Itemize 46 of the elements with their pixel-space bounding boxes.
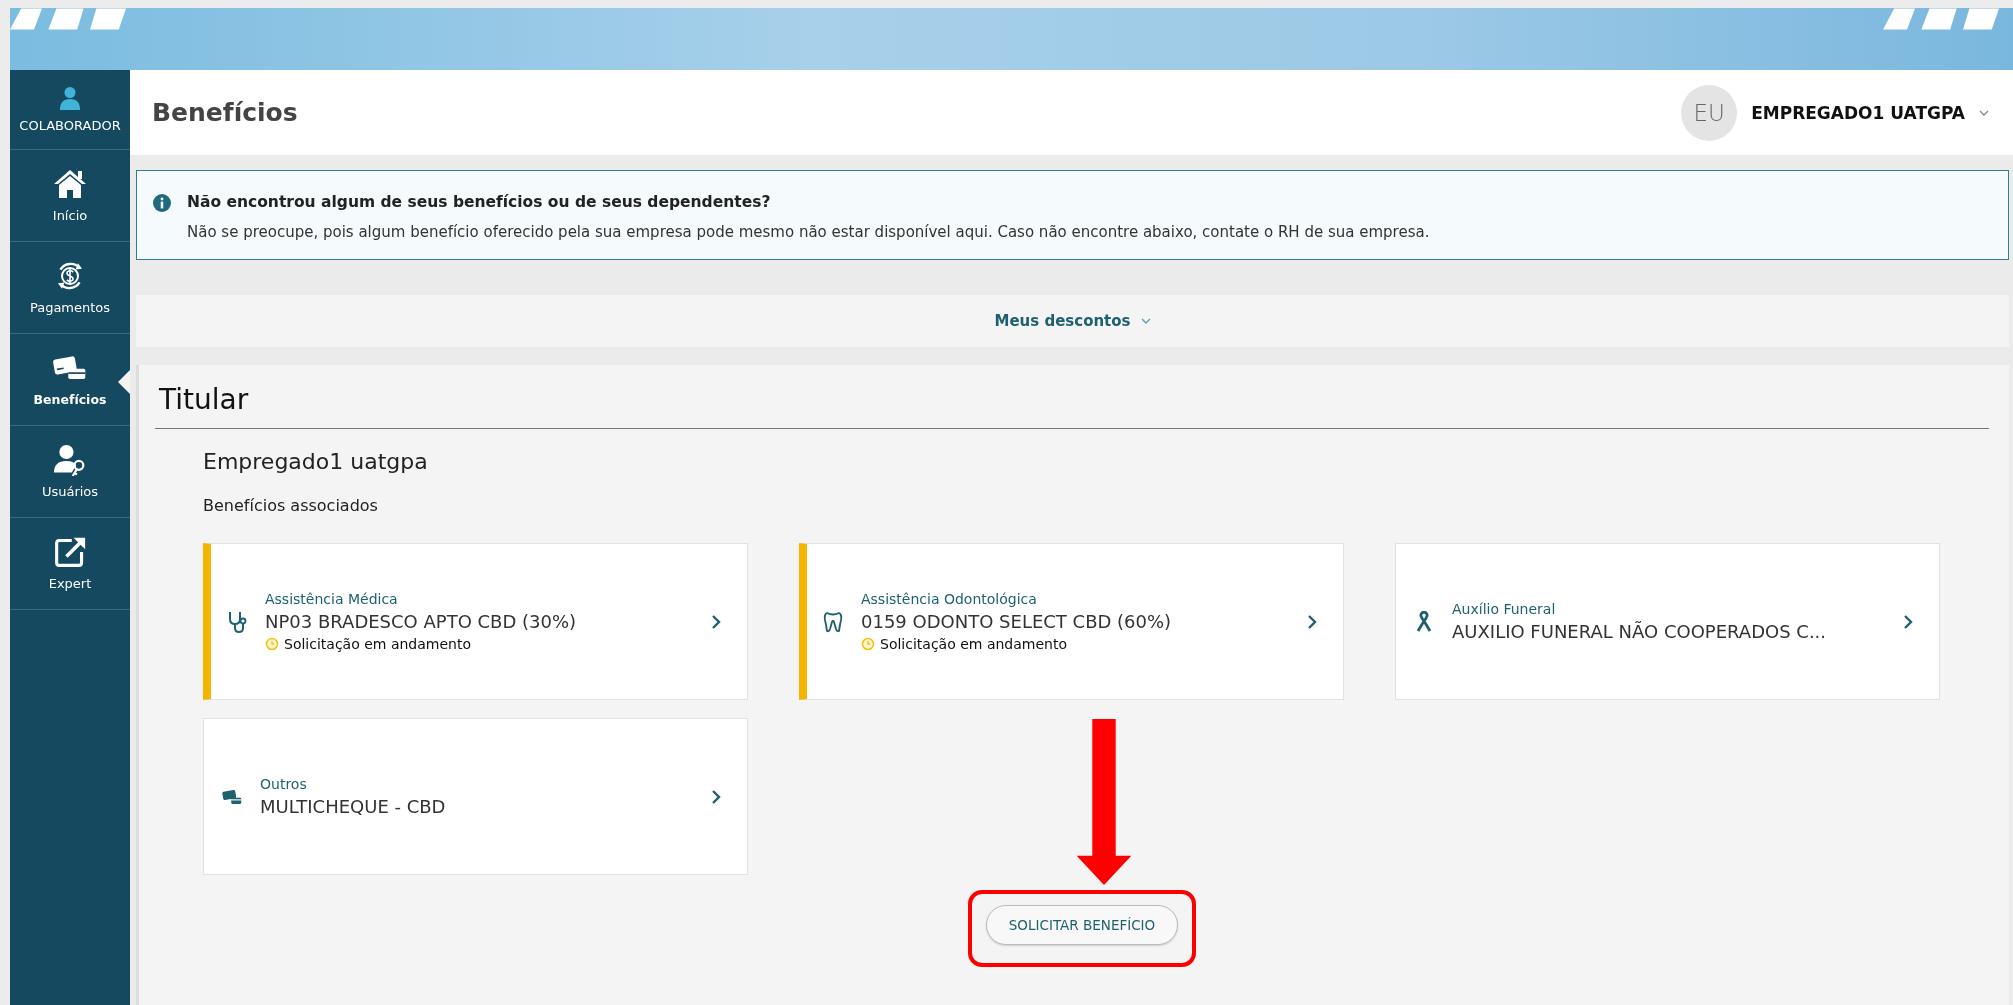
status-text: Solicitação em andamento xyxy=(284,636,471,652)
chevron-icon xyxy=(1140,318,1151,324)
nav-label: Pagamentos xyxy=(29,300,111,315)
benefit-name: NP03 BRADESCO APTO CBD (30%) xyxy=(265,611,578,632)
nav-label: Benefícios xyxy=(33,392,107,407)
ribbon-icon xyxy=(1414,610,1434,633)
user-name[interactable]: EMPREGADO1 UATGPA xyxy=(1751,102,1965,123)
clock-icon xyxy=(265,637,279,651)
benefit-category: Outros xyxy=(260,776,308,792)
notice-text: Não se preocupe, pois algum benefício oferecido pela sua empresa pode mesmo não estar disponível aqui. Caso não encontre abaixo, contate o RH de sua empresa. xyxy=(187,223,1430,241)
tooth-icon xyxy=(823,610,843,633)
benefit-card[interactable]: Assistência Odontológica 0159 ODONTO SELECT CBD (60%) Solicitação em andamento xyxy=(799,543,1344,700)
section-subtitle: Benefícios associados xyxy=(203,496,379,515)
chevron-down-icon[interactable] xyxy=(1979,109,1989,116)
person-name: Empregado1 uatgpa xyxy=(203,449,429,474)
chevron-right-icon[interactable] xyxy=(711,788,721,805)
request-benefit-button[interactable]: SOLICITAR BENEFÍCIO xyxy=(985,905,1179,945)
nav-label: Expert xyxy=(48,576,92,591)
person-icon xyxy=(59,86,81,110)
nav-label: COLABORADOR xyxy=(19,118,121,133)
info-icon xyxy=(153,194,171,212)
benefit-card[interactable]: Assistência Médica NP03 BRADESCO APTO CBD (30%) Solicitação em andamento xyxy=(203,543,748,700)
status-text: Solicitação em andamento xyxy=(880,636,1067,652)
chevron-right-icon[interactable] xyxy=(1307,613,1317,630)
benefit-category: Assistência Médica xyxy=(265,591,399,607)
benefit-category: Auxílio Funeral xyxy=(1452,601,1557,617)
benefit-name: AUXILIO FUNERAL NÃO COOPERADOS C... xyxy=(1452,621,1828,642)
home-icon xyxy=(53,168,87,200)
benefit-name: MULTICHEQUE - CBD xyxy=(260,796,447,817)
avatar[interactable]: EU xyxy=(1681,84,1738,141)
nav-label: Início xyxy=(52,208,88,223)
benefit-category: Assistência Odontológica xyxy=(861,591,1038,607)
benefit-card[interactable]: Outros MULTICHEQUE - CBD xyxy=(203,718,748,875)
benefit-card[interactable]: Auxílio Funeral AUXILIO FUNERAL NÃO COOPERADOS C... xyxy=(1395,543,1940,700)
clock-icon xyxy=(861,637,875,651)
benefit-name: 0159 ODONTO SELECT CBD (60%) xyxy=(861,611,1173,632)
chevron-right-icon[interactable] xyxy=(711,613,721,630)
page-title: Benefícios xyxy=(152,98,298,127)
user-key-icon xyxy=(53,444,87,476)
nav-label: Usuários xyxy=(41,484,99,499)
discounts-toggle[interactable]: Meus descontos xyxy=(990,308,1155,334)
section-title: Titular xyxy=(155,365,1989,429)
external-link-icon xyxy=(53,536,87,568)
stethoscope-icon xyxy=(227,610,247,633)
chevron-right-icon[interactable] xyxy=(1903,613,1913,630)
notice-title: Não encontrou algum de seus benefícios ou de seus dependentes? xyxy=(187,193,772,211)
